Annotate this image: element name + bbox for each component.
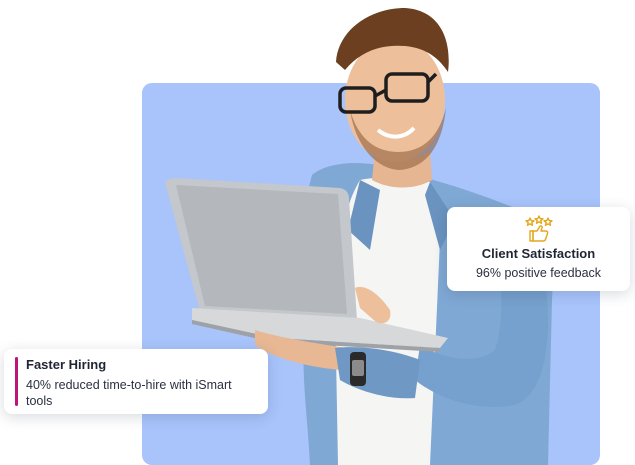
faster-hiring-card: Faster Hiring 40% reduced time-to-hire w… [4,349,268,414]
accent-bar [15,357,18,406]
thumbs-up-stars-icon [525,215,553,242]
satisfaction-title: Client Satisfaction [481,246,596,261]
hiring-title: Faster Hiring [26,357,107,372]
client-satisfaction-card: Client Satisfaction 96% positive feedbac… [447,207,630,291]
hero-section: Client Satisfaction 96% positive feedbac… [0,0,635,465]
hiring-subtitle: 40% reduced time-to-hire with iSmart too… [26,378,232,408]
satisfaction-subtitle: 96% positive feedback [475,266,602,280]
